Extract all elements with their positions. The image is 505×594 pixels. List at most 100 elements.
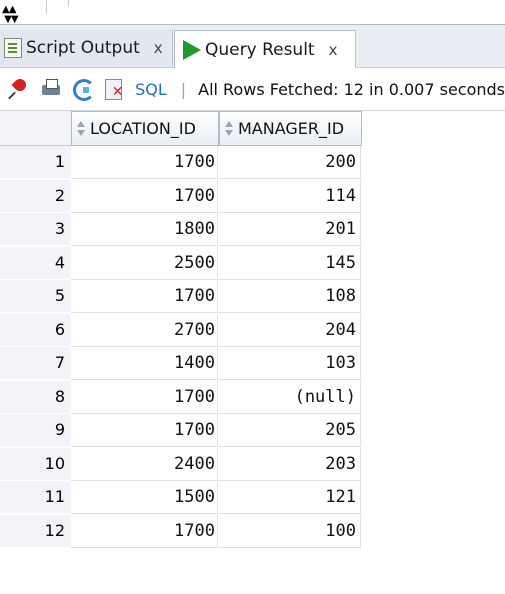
row-number[interactable]: 5 [0, 280, 71, 313]
cell-manager-id[interactable]: 121 [219, 481, 361, 514]
pin-icon[interactable] [8, 77, 31, 101]
row-number[interactable]: 7 [0, 347, 71, 380]
cell-manager-id[interactable]: 100 [219, 514, 361, 548]
cell-value: 1700 [174, 152, 215, 172]
row-number[interactable]: 4 [0, 246, 71, 280]
cell-value: 1700 [174, 520, 215, 541]
row-number-label: 1 [54, 152, 65, 171]
cell-location-id[interactable]: 1700 [71, 414, 218, 447]
cell-location-id[interactable]: 1700 [71, 179, 218, 213]
script-output-icon [4, 38, 22, 58]
cell-location-id[interactable]: 1800 [71, 213, 218, 246]
tab-label: Script Output [26, 38, 140, 58]
cell-location-id[interactable]: 1700 [71, 146, 218, 179]
cell-value: 203 [325, 453, 356, 474]
cell-manager-id[interactable]: 103 [219, 347, 361, 380]
row-number[interactable]: 2 [0, 179, 71, 213]
cell-value: 1700 [174, 286, 215, 306]
sort-icon[interactable] [76, 120, 86, 138]
table-row[interactable]: 12 1700 100 [0, 514, 362, 548]
column-header-manager-id[interactable]: MANAGER_ID [219, 111, 362, 146]
cell-value: 1700 [174, 386, 215, 407]
cell-location-id[interactable]: 1700 [71, 514, 218, 548]
row-number[interactable]: 11 [0, 481, 71, 514]
cell-value: 108 [325, 286, 356, 306]
cell-manager-id[interactable]: 201 [219, 213, 361, 246]
cell-location-id[interactable]: 1400 [71, 347, 218, 380]
cell-value: 205 [325, 420, 356, 440]
grid-header: LOCATION_ID MANAGER_ID [0, 111, 505, 146]
refresh-icon[interactable] [71, 77, 95, 101]
cell-manager-id[interactable]: 145 [219, 246, 361, 280]
sort-icon[interactable] [224, 120, 234, 138]
row-number-label: 12 [44, 520, 65, 540]
row-number-label: 4 [54, 252, 65, 272]
table-row[interactable]: 8 1700 (null) [0, 380, 362, 414]
cell-value: 1500 [174, 487, 215, 507]
cell-value: 204 [325, 319, 356, 340]
column-header-label: LOCATION_ID [90, 119, 196, 138]
cell-value: 201 [325, 219, 356, 239]
row-number[interactable]: 3 [0, 213, 71, 246]
row-number-label: 5 [54, 286, 65, 305]
cell-value: 1800 [174, 219, 215, 239]
toolbar-separator: | [180, 79, 187, 99]
tab-label: Query Result [205, 39, 315, 60]
table-row[interactable]: 6 2700 204 [0, 313, 362, 347]
cell-manager-id[interactable]: 200 [219, 146, 361, 179]
cell-location-id[interactable]: 2500 [71, 246, 218, 280]
cell-value: 100 [325, 520, 356, 541]
cancel-query-icon[interactable] [102, 77, 125, 101]
row-number-label: 6 [54, 319, 65, 339]
row-number[interactable]: 1 [0, 146, 71, 179]
row-number-header[interactable] [0, 111, 71, 146]
cell-location-id[interactable]: 1500 [71, 481, 218, 514]
collapse-arrows-icon[interactable]: ▲▲ ▼▼ [2, 5, 19, 25]
table-row[interactable]: 7 1400 103 [0, 347, 362, 380]
column-header-location-id[interactable]: LOCATION_ID [71, 111, 219, 146]
table-row[interactable]: 11 1500 121 [0, 481, 362, 514]
row-number-label: 7 [54, 353, 65, 372]
sql-button[interactable]: SQL [135, 80, 167, 99]
cell-manager-id[interactable]: 205 [219, 414, 361, 447]
cell-manager-id[interactable]: 203 [219, 447, 361, 481]
cell-value: 1400 [174, 353, 215, 373]
close-icon[interactable]: x [154, 39, 163, 57]
row-number-label: 11 [44, 487, 65, 506]
run-icon [183, 39, 201, 60]
print-icon[interactable] [39, 77, 62, 101]
cell-location-id[interactable]: 2400 [71, 447, 218, 481]
table-row[interactable]: 1 1700 200 [0, 146, 362, 179]
cell-value: 2700 [174, 319, 215, 340]
cell-manager-id[interactable]: 114 [219, 179, 361, 213]
close-icon[interactable]: x [329, 41, 338, 59]
table-row[interactable]: 4 2500 145 [0, 246, 362, 280]
cell-location-id[interactable]: 1700 [71, 280, 218, 313]
column-header-label: MANAGER_ID [238, 119, 345, 138]
table-row[interactable]: 10 2400 203 [0, 447, 362, 481]
row-number-label: 3 [54, 219, 65, 238]
row-number[interactable]: 9 [0, 414, 71, 447]
table-row[interactable]: 3 1800 201 [0, 213, 362, 246]
table-row[interactable]: 9 1700 205 [0, 414, 362, 447]
cell-value: 114 [325, 185, 356, 206]
cell-value: 200 [325, 152, 356, 172]
row-number-label: 8 [54, 386, 65, 406]
cell-manager-id[interactable]: (null) [219, 380, 361, 414]
row-number[interactable]: 6 [0, 313, 71, 347]
tab-script-output[interactable]: Script Output x [0, 30, 173, 66]
cell-location-id[interactable]: 2700 [71, 313, 218, 347]
cell-value: 103 [325, 353, 356, 373]
cell-manager-id[interactable]: 108 [219, 280, 361, 313]
result-toolbar: SQL | All Rows Fetched: 12 in 0.007 seco… [0, 68, 505, 111]
table-row[interactable]: 5 1700 108 [0, 280, 362, 313]
row-number-label: 10 [44, 453, 65, 473]
table-row[interactable]: 2 1700 114 [0, 179, 362, 213]
tab-query-result[interactable]: Query Result x [174, 30, 356, 68]
row-number[interactable]: 10 [0, 447, 71, 481]
cell-manager-id[interactable]: 204 [219, 313, 361, 347]
cell-location-id[interactable]: 1700 [71, 380, 218, 414]
row-number[interactable]: 8 [0, 380, 71, 414]
cell-value: 1700 [174, 185, 215, 206]
row-number[interactable]: 12 [0, 514, 71, 548]
